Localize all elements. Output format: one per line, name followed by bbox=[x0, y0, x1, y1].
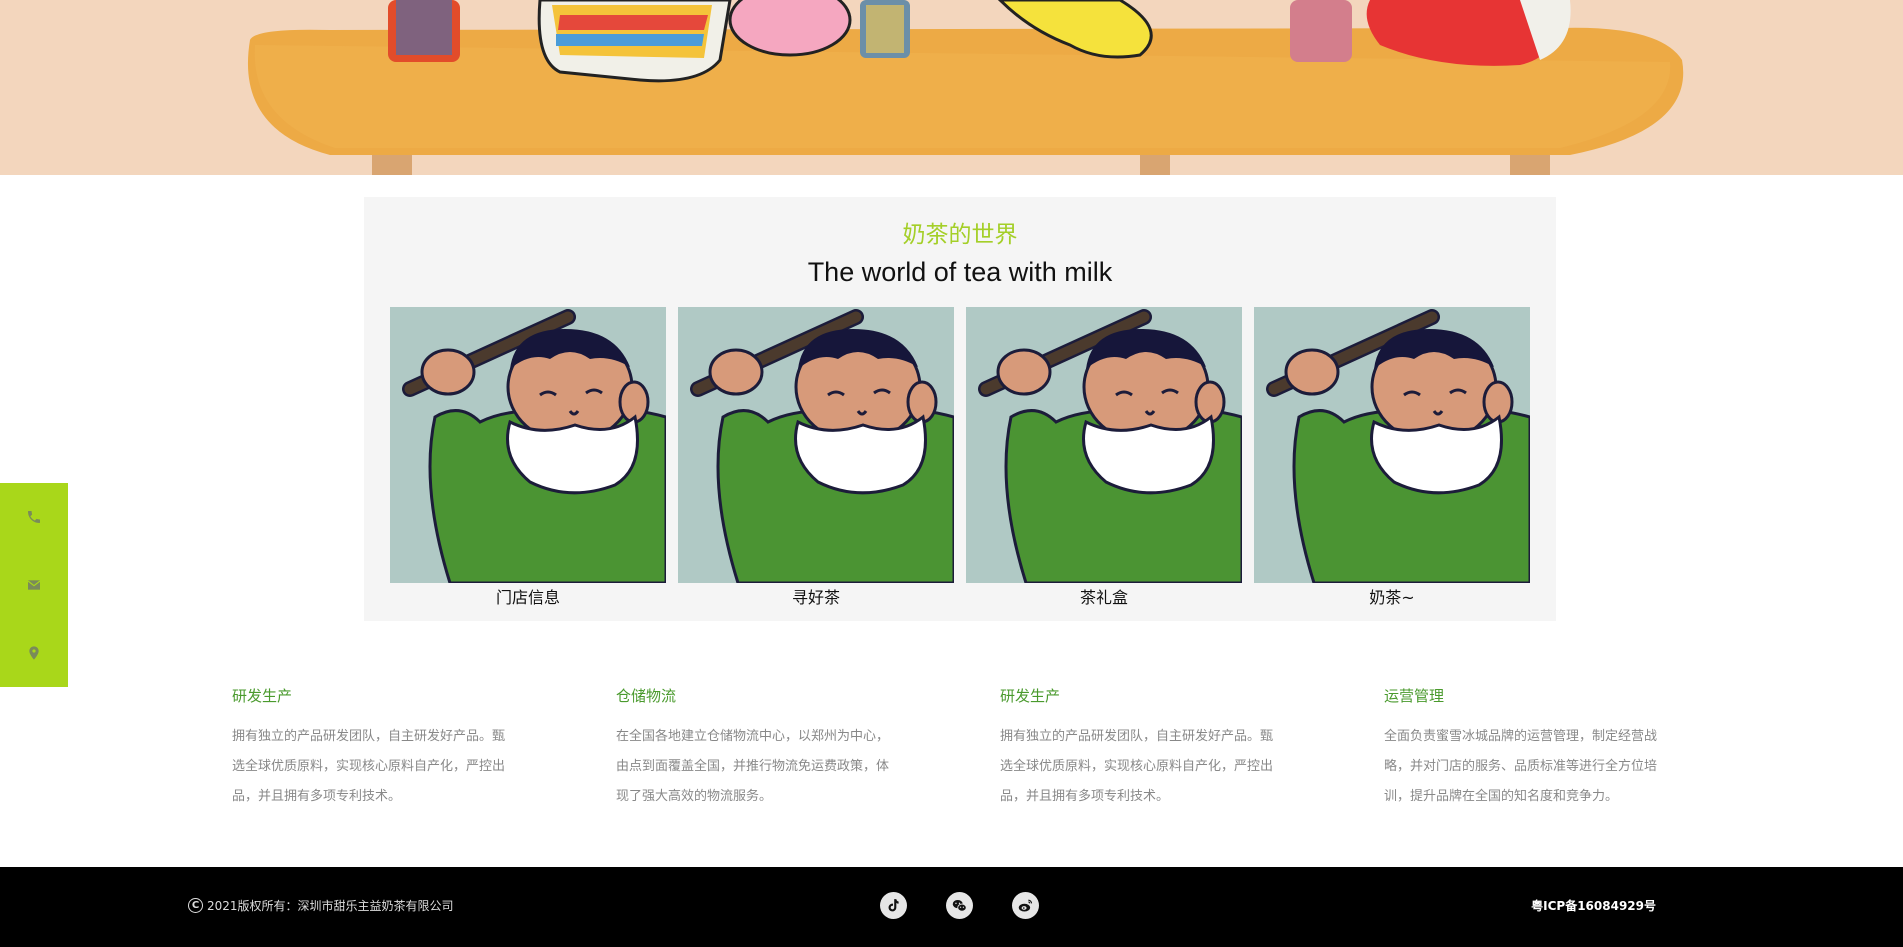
copyright-text: 2021版权所有：深圳市甜乐主益奶茶有限公司 bbox=[207, 899, 454, 913]
tiktok-icon bbox=[888, 899, 899, 912]
weibo-link[interactable] bbox=[1012, 892, 1039, 919]
feature-text: 在全国各地建立仓储物流中心，以郑州为中心， 由点到面覆盖全国，并推行物流免运费政… bbox=[616, 722, 916, 812]
social-links bbox=[880, 892, 1039, 919]
phone-icon bbox=[28, 511, 40, 523]
feature-line: 现了强大高效的物流服务。 bbox=[616, 789, 773, 804]
section-title: 奶茶的世界 bbox=[902, 222, 1018, 248]
card-store-info[interactable]: 门店信息 bbox=[390, 307, 666, 607]
mail-icon bbox=[27, 580, 41, 590]
feature-line: 品，并且拥有多项专利技术。 bbox=[1000, 789, 1170, 804]
feature-rd-2: 研发生产 拥有独立的产品研发团队，自主研发好产品。甄 选全球优质原料，实现核心原… bbox=[1000, 685, 1300, 812]
feature-title: 研发生产 bbox=[232, 687, 293, 705]
cartoon-man-image bbox=[678, 307, 954, 583]
feature-rd: 研发生产 拥有独立的产品研发团队，自主研发好产品。甄 选全球优质原料，实现核心原… bbox=[232, 685, 532, 812]
feature-line: 拥有独立的产品研发团队，自主研发好产品。甄 bbox=[232, 729, 506, 744]
cartoon-man-image bbox=[390, 307, 666, 583]
section-subtitle: The world of tea with milk bbox=[807, 257, 1113, 287]
card-label: 门店信息 bbox=[495, 588, 560, 607]
card-milk-tea[interactable]: 奶茶~ bbox=[1254, 307, 1530, 607]
feature-title: 仓储物流 bbox=[616, 687, 677, 705]
feature-line: 训，提升品牌在全国的知名度和竞争力。 bbox=[1384, 789, 1619, 804]
card-label: 寻好茶 bbox=[791, 588, 840, 607]
location-pin-icon bbox=[29, 646, 39, 660]
feature-text: 拥有独立的产品研发团队，自主研发好产品。甄 选全球优质原料，实现核心原料自产化，… bbox=[232, 722, 532, 812]
icp-license[interactable]: 粤ICP备16084929号 bbox=[1531, 897, 1656, 914]
feature-columns: 研发生产 拥有独立的产品研发团队，自主研发好产品。甄 选全球优质原料，实现核心原… bbox=[232, 685, 1682, 815]
feature-title: 运营管理 bbox=[1384, 687, 1445, 705]
wechat-icon bbox=[952, 899, 967, 912]
copyright-icon: C bbox=[188, 898, 203, 913]
tea-world-section: 奶茶的世界 The world of tea with milk 门店信息 寻好… bbox=[364, 197, 1556, 621]
feature-line: 全面负责蜜雪冰城品牌的运营管理，制定经营战 bbox=[1384, 729, 1658, 744]
feature-line: 拥有独立的产品研发团队，自主研发好产品。甄 bbox=[1000, 729, 1274, 744]
card-label: 茶礼盒 bbox=[1079, 588, 1128, 607]
weibo-icon bbox=[1018, 899, 1033, 912]
copyright: C 2021版权所有：深圳市甜乐主益奶茶有限公司 bbox=[188, 897, 454, 914]
feature-line: 选全球优质原料，实现核心原料自产化，严控出 bbox=[232, 759, 506, 774]
site-footer: C 2021版权所有：深圳市甜乐主益奶茶有限公司 粤ICP备16084929号 bbox=[0, 867, 1903, 947]
cartoon-man-image bbox=[966, 307, 1242, 583]
hero-banner bbox=[0, 0, 1903, 175]
location-button[interactable] bbox=[0, 619, 68, 687]
contact-sidebar bbox=[0, 483, 68, 687]
card-find-tea[interactable]: 寻好茶 bbox=[678, 307, 954, 607]
feature-line: 略，并对门店的服务、品质标准等进行全方位培 bbox=[1384, 759, 1658, 774]
feature-operations: 运营管理 全面负责蜜雪冰城品牌的运营管理，制定经营战 略，并对门店的服务、品质标… bbox=[1384, 685, 1684, 812]
wechat-link[interactable] bbox=[946, 892, 973, 919]
mail-button[interactable] bbox=[0, 551, 68, 619]
phone-button[interactable] bbox=[0, 483, 68, 551]
category-cards: 门店信息 寻好茶 茶礼盒 奶茶~ bbox=[390, 307, 1530, 607]
feature-logistics: 仓储物流 在全国各地建立仓储物流中心，以郑州为中心， 由点到面覆盖全国，并推行物… bbox=[616, 685, 916, 812]
feature-text: 全面负责蜜雪冰城品牌的运营管理，制定经营战 略，并对门店的服务、品质标准等进行全… bbox=[1384, 722, 1684, 812]
tiktok-link[interactable] bbox=[880, 892, 907, 919]
feature-line: 品，并且拥有多项专利技术。 bbox=[232, 789, 402, 804]
cartoon-man-image bbox=[1254, 307, 1530, 583]
card-tea-gift-box[interactable]: 茶礼盒 bbox=[966, 307, 1242, 607]
armchair-banner-image bbox=[0, 0, 1903, 175]
feature-line: 由点到面覆盖全国，并推行物流免运费政策，体 bbox=[616, 759, 890, 774]
feature-line: 在全国各地建立仓储物流中心，以郑州为中心， bbox=[616, 729, 890, 744]
card-label: 奶茶~ bbox=[1369, 588, 1415, 607]
feature-line: 选全球优质原料，实现核心原料自产化，严控出 bbox=[1000, 759, 1274, 774]
feature-title: 研发生产 bbox=[1000, 687, 1061, 705]
feature-text: 拥有独立的产品研发团队，自主研发好产品。甄 选全球优质原料，实现核心原料自产化，… bbox=[1000, 722, 1300, 812]
